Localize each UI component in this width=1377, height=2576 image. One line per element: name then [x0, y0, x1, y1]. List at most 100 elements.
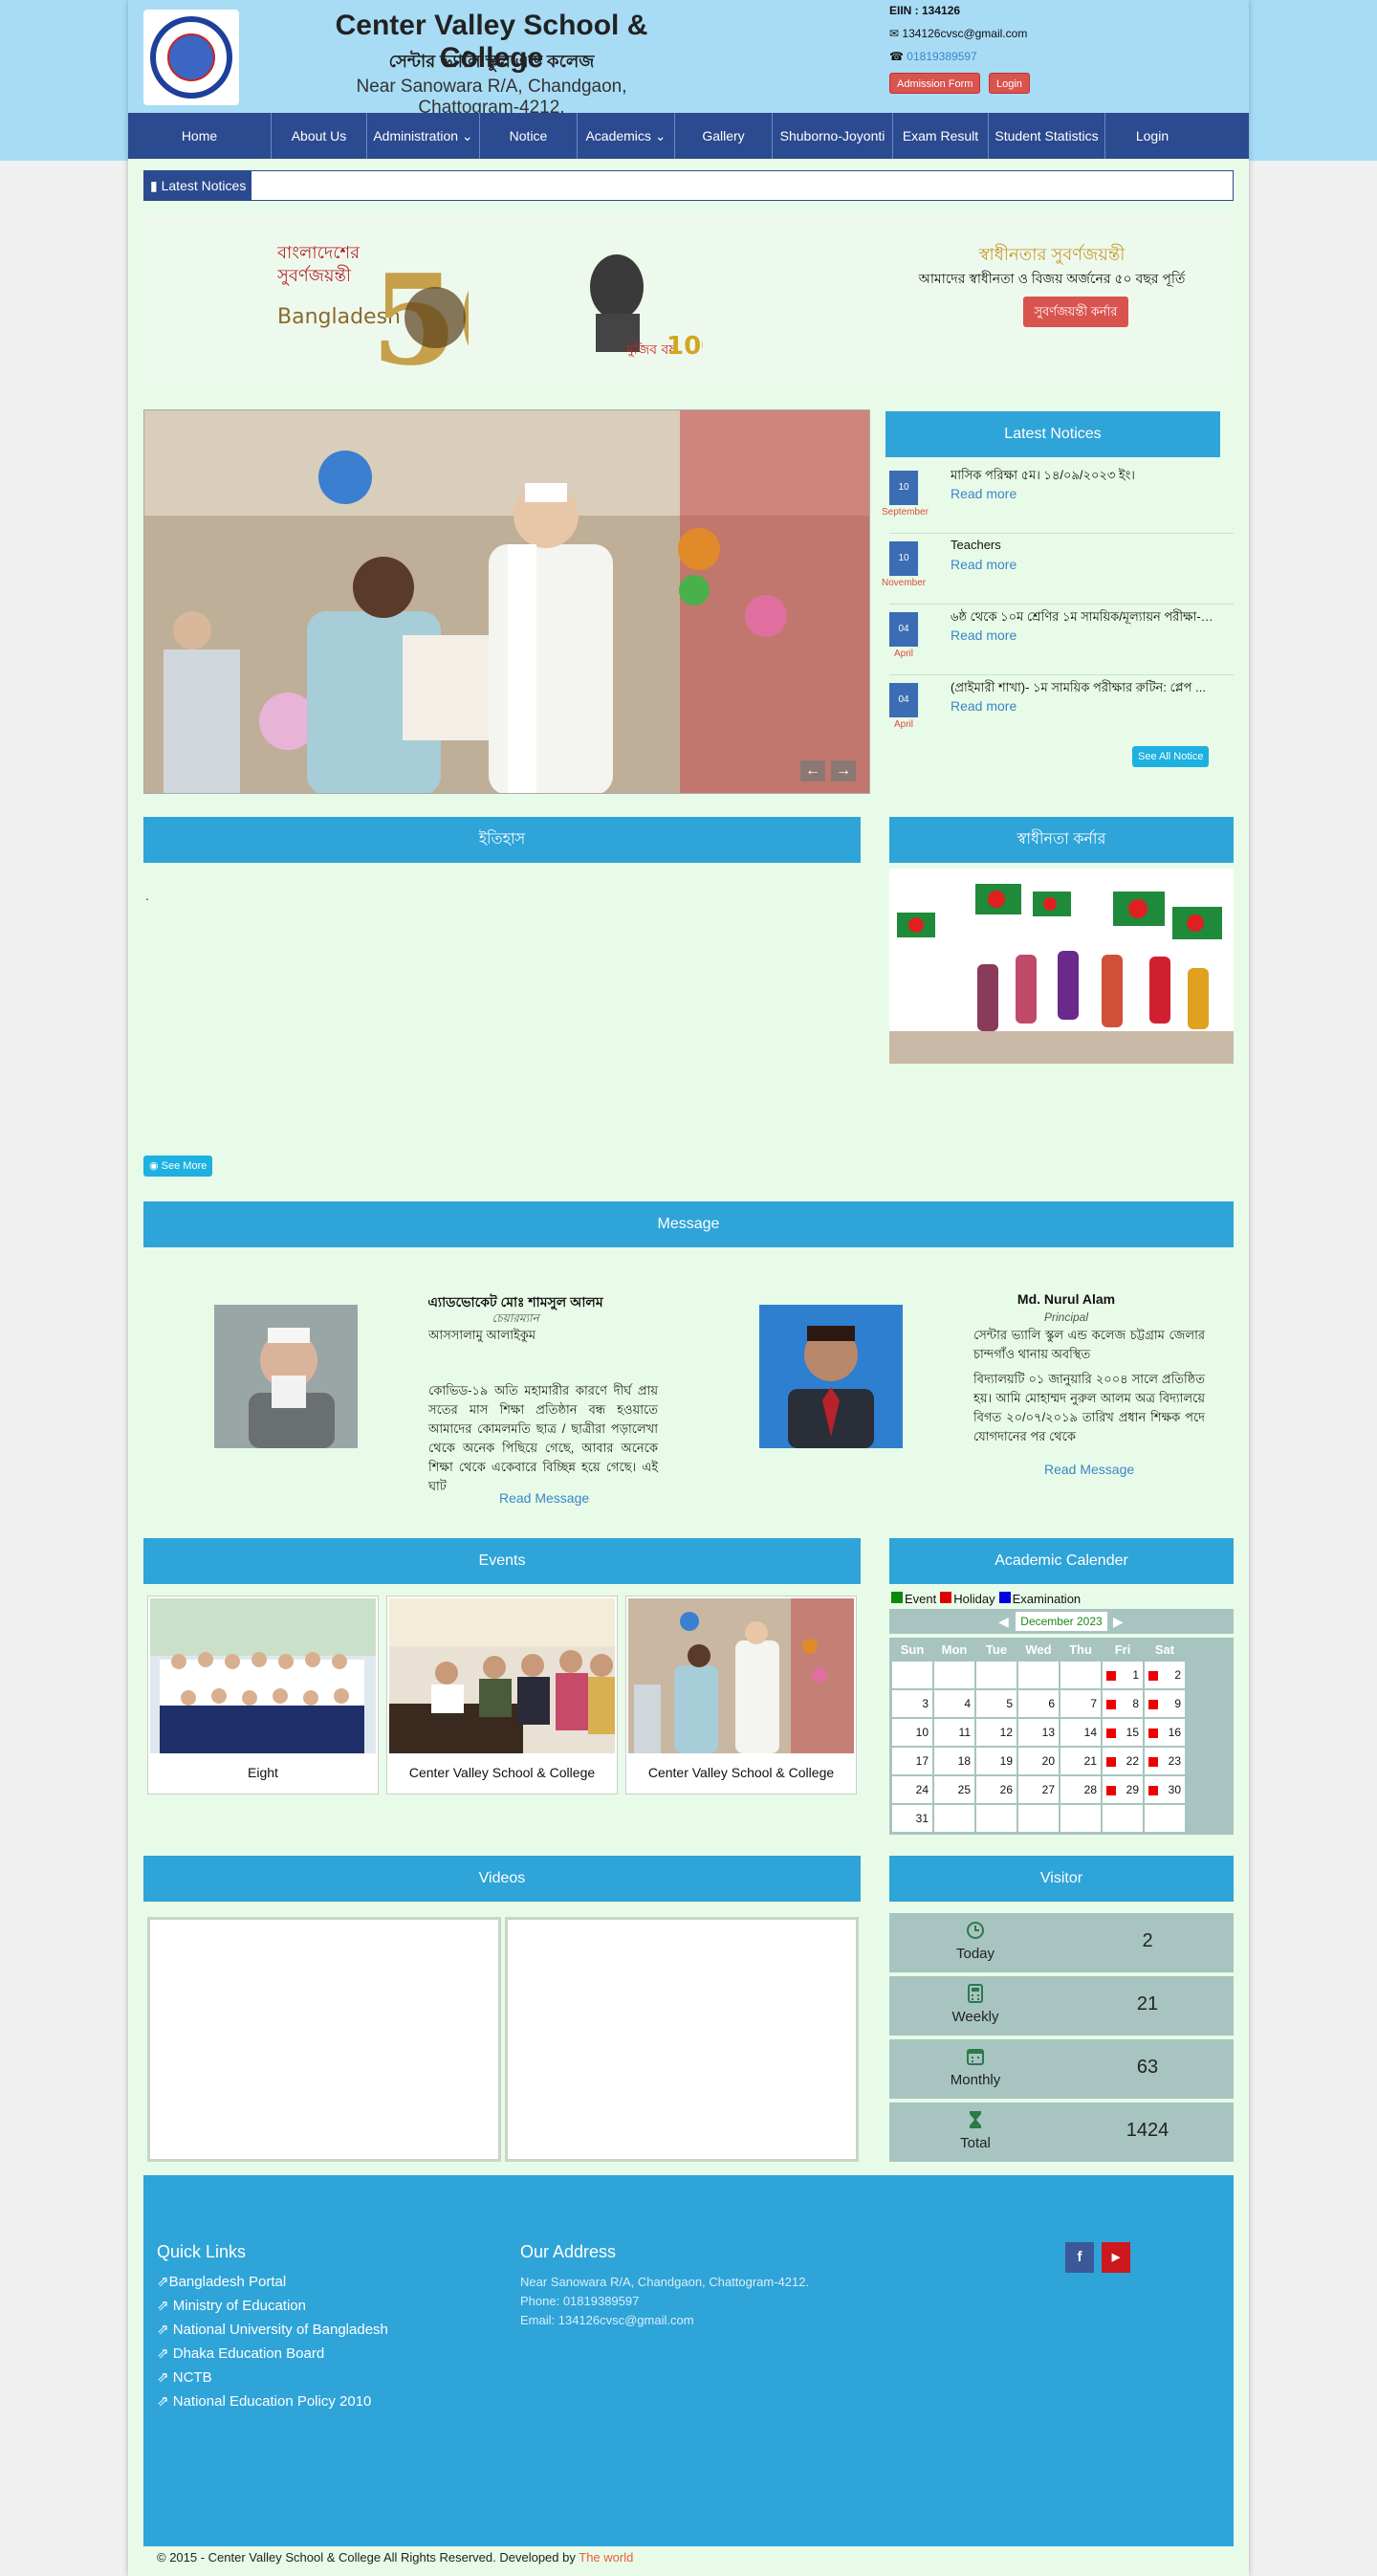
calendar-day-cell[interactable]: 2: [1145, 1662, 1185, 1688]
notice-item[interactable]: 10 November Teachers Read more: [882, 534, 1234, 605]
nav-about-us[interactable]: About Us: [272, 113, 367, 159]
footer-link-national-university[interactable]: ⇗ National University of Bangladesh: [157, 2321, 388, 2338]
slider-next-button[interactable]: →: [831, 760, 856, 782]
event-card[interactable]: Eight: [147, 1596, 379, 1794]
calendar-day-cell[interactable]: 19: [976, 1748, 1016, 1774]
calendar-day-cell[interactable]: 5: [976, 1690, 1016, 1717]
calendar-day-cell[interactable]: 27: [1018, 1776, 1059, 1803]
notice-title[interactable]: মাসিক পরিক্ষা ৫ম। ১৪/০৯/২০২৩ ইং।: [951, 467, 1218, 487]
nav-notice[interactable]: Notice: [480, 113, 578, 159]
event-caption[interactable]: Center Valley School & College: [626, 1765, 856, 1780]
notice-ticker[interactable]: ▮ Latest Notices: [143, 170, 1234, 201]
notice-item[interactable]: 04 April ৬ষ্ঠ থেকে ১০ম শ্রেণির ১ম সাময়ি…: [889, 605, 1234, 675]
notice-read-more-link[interactable]: Read more: [951, 627, 1016, 643]
nav-login[interactable]: Login: [1105, 113, 1199, 159]
calendar-day-cell[interactable]: 28: [1060, 1776, 1101, 1803]
calendar-day-cell[interactable]: 4: [934, 1690, 974, 1717]
calendar-next-icon[interactable]: ▶: [1113, 1612, 1124, 1631]
nav-home[interactable]: Home: [128, 113, 272, 159]
message-heading: Message: [143, 1201, 1234, 1247]
notice-read-more-link[interactable]: Read more: [951, 698, 1016, 714]
freedom-corner-image[interactable]: [889, 869, 1234, 1064]
event-caption[interactable]: Center Valley School & College: [387, 1765, 617, 1780]
calendar-day-cell[interactable]: 26: [976, 1776, 1016, 1803]
calendar-day-cell[interactable]: 30: [1145, 1776, 1185, 1803]
notice-item[interactable]: 04 April (প্রাইমারী শাখা)- ১ম সাময়িক পর…: [889, 675, 1234, 746]
calendar-week-row: 17 18 19 20 21 22 23: [891, 1747, 1232, 1775]
external-link-icon: ⇗: [157, 2369, 173, 2386]
calendar-day-cell[interactable]: 10: [892, 1719, 932, 1746]
calendar-day-cell[interactable]: 11: [934, 1719, 974, 1746]
footer-link-dhaka-education-board[interactable]: ⇗ Dhaka Education Board: [157, 2345, 324, 2362]
nav-academics[interactable]: Academics ⌄: [578, 113, 675, 159]
calendar-day-cell: [1060, 1662, 1101, 1688]
see-more-button[interactable]: ◉ See More: [143, 1156, 213, 1177]
calendar-day-cell[interactable]: 16: [1145, 1719, 1185, 1746]
nav-gallery[interactable]: Gallery: [675, 113, 773, 159]
calendar-day-cell[interactable]: 7: [1060, 1690, 1101, 1717]
holiday-marker: [1106, 1757, 1116, 1767]
video-player[interactable]: [505, 1917, 859, 2162]
footer-link-education-policy[interactable]: ⇗ National Education Policy 2010: [157, 2392, 371, 2410]
calendar-day-cell[interactable]: 18: [934, 1748, 974, 1774]
calendar-weekday-row: Sun Mon Tue Wed Thu Fri Sat: [891, 1640, 1232, 1661]
calendar-day-cell[interactable]: 24: [892, 1776, 932, 1803]
calendar-day-cell[interactable]: 23: [1145, 1748, 1185, 1774]
nav-student-statistics[interactable]: Student Statistics: [989, 113, 1105, 159]
footer-link-bangladesh-portal[interactable]: ⇗Bangladesh Portal: [157, 2273, 286, 2290]
header-login-button[interactable]: Login: [989, 73, 1030, 94]
calendar-day-cell[interactable]: 14: [1060, 1719, 1101, 1746]
video-player[interactable]: [147, 1917, 501, 2162]
calendar-day-cell[interactable]: 21: [1060, 1748, 1101, 1774]
calendar-day-cell[interactable]: 9: [1145, 1690, 1185, 1717]
facebook-icon[interactable]: f: [1065, 2242, 1094, 2273]
calendar-prev-icon[interactable]: ◀: [998, 1612, 1009, 1631]
calendar-icon: [967, 2049, 984, 2065]
event-card[interactable]: Center Valley School & College: [386, 1596, 618, 1794]
notice-item[interactable]: 10 September মাসিক পরিক্ষা ৫ম। ১৪/০৯/২০২…: [882, 463, 1234, 534]
chairman-greeting: আসসালামু আলাইকুম: [428, 1328, 536, 1342]
calendar-day-cell[interactable]: 8: [1103, 1690, 1143, 1717]
footer-link-nctb[interactable]: ⇗ NCTB: [157, 2368, 212, 2386]
youtube-icon[interactable]: ▶: [1102, 2242, 1130, 2273]
notice-title[interactable]: ৬ষ্ঠ থেকে ১০ম শ্রেণির ১ম সাময়িক/মূল্যায…: [951, 608, 1218, 628]
calendar-day-cell[interactable]: 22: [1103, 1748, 1143, 1774]
nav-shuborno-joyonti[interactable]: Shuborno-Joyonti: [773, 113, 893, 159]
notice-title[interactable]: Teachers: [951, 538, 1218, 552]
calendar-day-cell[interactable]: 17: [892, 1748, 932, 1774]
admission-form-button[interactable]: Admission Form: [889, 73, 981, 94]
school-logo[interactable]: [143, 10, 239, 105]
calendar-day-cell[interactable]: 15: [1103, 1719, 1143, 1746]
developer-link[interactable]: The world: [579, 2550, 633, 2565]
calendar-day-cell[interactable]: 20: [1018, 1748, 1059, 1774]
chairman-read-message-link[interactable]: Read Message: [499, 1490, 589, 1506]
bookmark-icon: ▮: [150, 178, 158, 193]
calendar-day-cell[interactable]: 1: [1103, 1662, 1143, 1688]
nav-exam-result[interactable]: Exam Result: [893, 113, 989, 159]
footer-link-ministry-of-education[interactable]: ⇗ Ministry of Education: [157, 2297, 306, 2314]
calendar-day-cell[interactable]: 13: [1018, 1719, 1059, 1746]
event-card[interactable]: Center Valley School & College: [625, 1596, 857, 1794]
calendar-day-cell[interactable]: 6: [1018, 1690, 1059, 1717]
calendar-day-cell[interactable]: 25: [934, 1776, 974, 1803]
header-phone[interactable]: 01819389597: [907, 50, 976, 63]
event-caption[interactable]: Eight: [148, 1765, 378, 1780]
calendar-day-cell[interactable]: 31: [892, 1805, 932, 1832]
holiday-marker: [1148, 1728, 1158, 1738]
see-all-notice-button[interactable]: See All Notice: [1132, 746, 1210, 767]
nav-administration[interactable]: Administration ⌄: [367, 113, 480, 159]
slider-prev-button[interactable]: ←: [800, 760, 825, 782]
notice-read-more-link[interactable]: Read more: [951, 557, 1016, 572]
principal-message-text: বিদ্যালয়টি ০১ জানুয়ারি ২০০৪ সালে প্রতি…: [973, 1372, 1205, 1443]
photo-slider[interactable]: ← →: [143, 409, 870, 794]
notice-month: September: [882, 507, 929, 517]
notice-title[interactable]: (প্রাইমারী শাখা)- ১ম সাময়িক পরীক্ষার রু…: [951, 679, 1218, 699]
golden-jubilee-banner: বাংলাদেশের সুবর্ণজয়ন্তী Bangladesh 50 ম…: [143, 212, 1234, 385]
calendar-day-cell[interactable]: 12: [976, 1719, 1016, 1746]
notice-read-more-link[interactable]: Read more: [951, 486, 1016, 501]
principal-read-message-link[interactable]: Read Message: [1044, 1462, 1134, 1477]
calendar-day-cell[interactable]: 29: [1103, 1776, 1143, 1803]
calendar-day-cell: [934, 1805, 974, 1832]
jubilee-corner-button[interactable]: সুবর্ণজয়ন্তী কর্নার: [1023, 297, 1128, 327]
calendar-day-cell[interactable]: 3: [892, 1690, 932, 1717]
